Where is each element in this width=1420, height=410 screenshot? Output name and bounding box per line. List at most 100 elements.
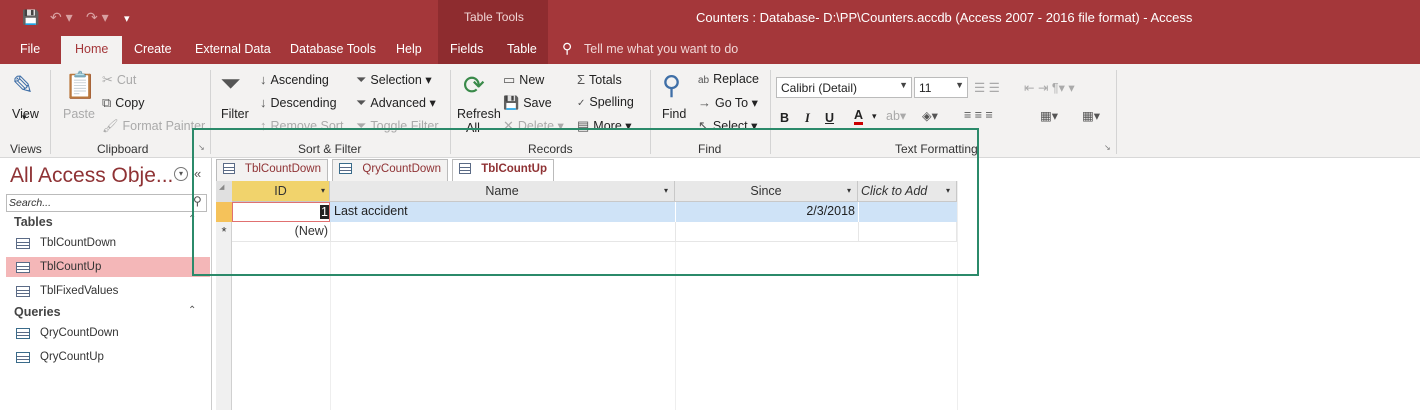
tab-table[interactable]: Table [507, 42, 537, 56]
nav-title[interactable]: All Access Obje... [10, 164, 173, 188]
contextual-group-label: Table Tools [464, 10, 524, 24]
refresh-icon: ⟳ [463, 70, 485, 100]
table-icon [16, 261, 30, 273]
undo-icon[interactable]: ↶ ▾ [50, 9, 73, 26]
go-to-label: Go To [715, 96, 749, 110]
nav-menu-chevron-icon[interactable]: ▾ [174, 167, 188, 181]
scissors-icon: ✂ [102, 72, 113, 87]
alternate-row-color-icon[interactable]: ▦▾ [1040, 108, 1058, 123]
filter-button[interactable]: Filter [221, 107, 249, 121]
separator [50, 70, 51, 154]
advanced-button[interactable]: ⏷ Advanced ▾ [356, 95, 436, 111]
paste-icon: 📋 [64, 70, 97, 100]
text-formatting-launcher-icon[interactable]: ↘ [1104, 143, 1111, 152]
tab-create[interactable]: Create [134, 42, 172, 56]
save-icon[interactable]: 💾 [22, 9, 39, 26]
collapse-group-icon[interactable]: ⌃ [188, 305, 196, 316]
font-size-combo[interactable]: 11 ▼ [914, 77, 968, 98]
view-icon: ✎ [12, 70, 34, 100]
font-combo[interactable]: Calibri (Detail) ▼ [776, 77, 912, 98]
tab-home[interactable]: Home [61, 36, 123, 65]
nav-item-qrycountdown[interactable]: QryCountDown [16, 323, 206, 343]
align-icon[interactable]: ≡ ≡ ≡ [964, 108, 993, 122]
copy-label: Copy [115, 96, 145, 110]
sigma-icon: Σ [577, 72, 586, 87]
group-views-label: Views [10, 142, 42, 156]
ascending-button[interactable]: ↓ Ascending [260, 72, 329, 87]
paste-button[interactable]: Paste [63, 107, 95, 121]
redo-icon[interactable]: ↷ ▾ [86, 9, 109, 26]
nav-group-queries[interactable]: Queries [14, 305, 61, 319]
save-record-icon: 💾 [503, 95, 520, 110]
highlight-icon[interactable]: ab▾ [886, 108, 906, 123]
spelling-label: Spelling [589, 95, 634, 109]
ascending-label: Ascending [270, 73, 329, 87]
sort-descending-icon: ↓ [260, 95, 267, 110]
replace-icon: ab [698, 75, 710, 86]
nav-item-tblcountdown[interactable]: TblCountDown [16, 233, 206, 253]
copy-icon: ⧉ [102, 95, 112, 110]
nav-item-tblcountup[interactable]: TblCountUp [6, 257, 210, 277]
nav-item-qrycountup[interactable]: QryCountUp [16, 347, 206, 367]
save-record-button[interactable]: 💾 Save [503, 95, 552, 111]
tab-fields[interactable]: Fields [450, 42, 483, 56]
query-icon [16, 327, 30, 339]
underline-button[interactable]: U [825, 111, 834, 125]
query-icon [16, 351, 30, 363]
chevron-down-icon: ▼ [955, 80, 964, 90]
advanced-label: Advanced [370, 96, 427, 110]
font-color-dropdown-icon[interactable]: ▾ [872, 111, 877, 122]
save-label: Save [523, 96, 552, 110]
descending-label: Descending [270, 96, 337, 110]
nav-item-tblfixedvalues[interactable]: TblFixedValues [16, 281, 206, 301]
tab-database-tools[interactable]: Database Tools [290, 42, 376, 56]
spelling-icon: ✓ [577, 98, 586, 109]
replace-button[interactable]: ab Replace [698, 72, 759, 86]
copy-button[interactable]: ⧉ Copy [102, 95, 144, 111]
customize-qat-icon[interactable]: ▾ [124, 12, 130, 25]
bullets-icon[interactable]: ☰ ☰ [974, 80, 1000, 95]
nav-group-tables[interactable]: Tables [14, 215, 53, 229]
go-to-icon: → [698, 95, 711, 110]
tell-me-box[interactable]: Tell me what you want to do [584, 42, 738, 56]
new-record-button[interactable]: ▭ New [503, 72, 544, 88]
magnifier-icon: ⚲ [662, 70, 682, 100]
nav-item-label: TblCountUp [40, 261, 102, 273]
cut-label: Cut [116, 73, 137, 87]
descending-button[interactable]: ↓ Descending [260, 95, 337, 110]
go-to-button[interactable]: → Go To ▾ [698, 95, 758, 110]
cut-button[interactable]: ✂ Cut [102, 72, 136, 88]
sort-ascending-icon: ↓ [260, 72, 267, 87]
group-clipboard-label: Clipboard [97, 142, 149, 156]
nav-item-label: TblCountDown [40, 237, 117, 249]
spelling-button[interactable]: ✓ Spelling [577, 95, 634, 109]
view-dropdown-icon[interactable]: ▾ [22, 112, 27, 123]
gridlines-icon[interactable]: ▦▾ [1082, 108, 1100, 123]
refresh-all-button[interactable]: Refresh [457, 107, 501, 121]
totals-label: Totals [589, 73, 622, 87]
fill-color-icon[interactable]: ◈▾ [922, 108, 938, 123]
selection-filter-icon: ⏷ [356, 72, 367, 87]
tab-file[interactable]: File [20, 42, 40, 56]
bold-button[interactable]: B [780, 111, 789, 125]
font-size-value: 11 [919, 81, 932, 95]
find-button[interactable]: Find [662, 107, 686, 121]
replace-label: Replace [713, 72, 759, 86]
annotation-highlight-box [192, 128, 979, 276]
italic-button[interactable]: I [805, 111, 810, 126]
new-record-icon: ▭ [503, 72, 516, 87]
tab-external-data[interactable]: External Data [195, 42, 271, 56]
indent-icon[interactable]: ⇤ ⇥ ¶▾ ▾ [1024, 80, 1075, 95]
selection-button[interactable]: ⏷ Selection ▾ [356, 72, 432, 88]
selection-label: Selection [370, 73, 422, 87]
chevron-down-icon: ▼ [899, 80, 908, 90]
nav-item-label: QryCountUp [40, 351, 104, 363]
format-painter-button[interactable]: 🖌 Format Painter [102, 118, 205, 134]
nav-search-input[interactable]: Search... ⚲ [6, 194, 207, 212]
brush-icon: 🖌 [102, 118, 119, 133]
table-icon [16, 237, 30, 249]
font-color-icon[interactable]: A [854, 109, 864, 125]
tab-help[interactable]: Help [396, 42, 422, 56]
table-icon [16, 285, 30, 297]
totals-button[interactable]: Σ Totals [577, 72, 622, 87]
